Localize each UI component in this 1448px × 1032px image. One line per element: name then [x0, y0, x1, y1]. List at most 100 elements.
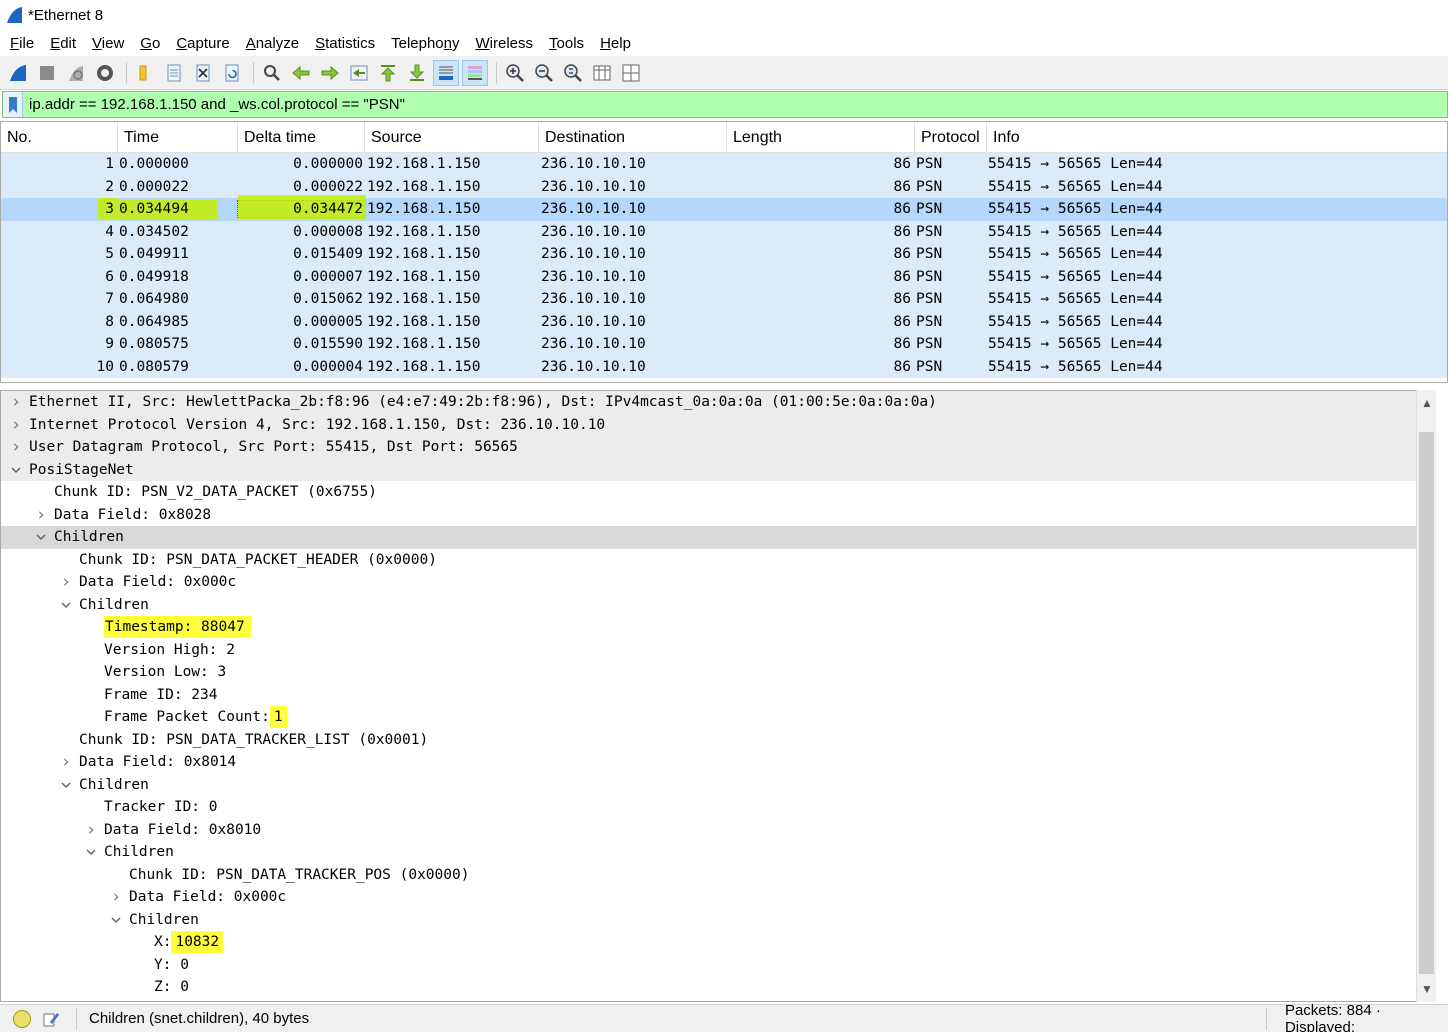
chevron-right-icon[interactable]: › — [34, 505, 48, 525]
detail-tree-item[interactable]: Children — [1, 841, 1433, 864]
packet-row[interactable]: 3 0.034494 0.034472 192.168.1.150 236.10.10.… — [1, 195, 1447, 221]
stop-capture-button[interactable] — [34, 60, 60, 86]
expert-info-indicator-icon[interactable] — [13, 1009, 31, 1028]
details-scrollbar[interactable]: ▲ ▼ — [1416, 390, 1436, 1002]
chevron-down-icon[interactable] — [34, 530, 48, 544]
detail-tree-item[interactable]: Children — [1, 774, 1433, 797]
packet-row[interactable]: 1 0.000000 0.000000 192.168.1.150 236.10.10.… — [1, 153, 1447, 176]
detail-tree-item[interactable]: Frame ID: 234 — [1, 684, 1433, 707]
zoom-in-button[interactable] — [502, 60, 528, 86]
find-packet-button[interactable] — [259, 60, 285, 86]
go-forward-button[interactable] — [317, 60, 343, 86]
go-first-button[interactable] — [375, 60, 401, 86]
detail-tree-item[interactable]: Children — [1, 526, 1433, 549]
packet-row[interactable]: 9 0.080575 0.015590 192.168.1.150 236.10.10.… — [1, 333, 1447, 356]
detail-tree-item[interactable]: Children — [1, 594, 1433, 617]
detail-tree-item[interactable]: › Data Field: 0x8014 — [1, 751, 1433, 774]
colorize-button[interactable] — [462, 59, 488, 86]
detail-tree-item[interactable]: X: 10832 — [1, 931, 1433, 954]
capture-comment-button[interactable] — [41, 1009, 61, 1029]
detail-tree-item[interactable]: › Data Field: 0x8010 — [1, 819, 1433, 842]
packet-row[interactable]: 6 0.049918 0.000007 192.168.1.150 236.10.10.… — [1, 265, 1447, 288]
column-header-source[interactable]: Source — [365, 122, 539, 153]
chevron-right-icon[interactable]: › — [59, 752, 73, 772]
detail-tree-item[interactable]: Frame Packet Count: 1 — [1, 706, 1433, 729]
chevron-right-icon[interactable]: › — [9, 392, 23, 412]
packet-row[interactable]: 7 0.064980 0.015062 192.168.1.150 236.10.10.… — [1, 288, 1447, 311]
chevron-right-icon[interactable]: › — [9, 415, 23, 435]
packet-row[interactable]: 2 0.000022 0.000022 192.168.1.150 236.10.10.… — [1, 175, 1447, 198]
column-header-protocol[interactable]: Protocol — [915, 122, 987, 153]
column-header-no[interactable]: No. — [1, 122, 118, 153]
column-header-time[interactable]: Time — [118, 122, 238, 153]
display-filter-bar[interactable]: ip.addr == 192.168.1.150 and _ws.col.pro… — [2, 91, 1448, 118]
detail-tree-item[interactable]: › Data Field: 0x8028 — [1, 504, 1433, 527]
menu-analyze[interactable]: Analyze — [238, 35, 307, 52]
packet-row[interactable]: 8 0.064985 0.000005 192.168.1.150 236.10.10.… — [1, 310, 1447, 333]
scrollbar-thumb[interactable] — [1419, 432, 1434, 974]
menu-view[interactable]: View — [84, 35, 132, 52]
detail-tree-item[interactable]: Chunk ID: PSN_V2_DATA_PACKET (0x6755) — [1, 481, 1433, 504]
chevron-right-icon[interactable]: › — [9, 437, 23, 457]
detail-tree-item[interactable]: Tracker ID: 0 — [1, 796, 1433, 819]
detail-tree-item[interactable]: Version High: 2 — [1, 639, 1433, 662]
start-capture-button[interactable] — [5, 60, 31, 86]
save-file-button[interactable] — [161, 60, 187, 86]
detail-tree-item[interactable]: Chunk ID: PSN_DATA_TRACKER_POS (0x0000) — [1, 864, 1433, 887]
menu-wireless[interactable]: Wireless — [468, 35, 542, 52]
detail-tree-item[interactable]: Z: 0 — [1, 976, 1433, 999]
detail-tree-item[interactable]: › Ethernet II, Src: HewlettPacka_2b:f8:96… — [1, 391, 1433, 414]
chevron-down-icon[interactable] — [9, 463, 23, 477]
menu-capture[interactable]: Capture — [168, 35, 237, 52]
capture-options-button[interactable] — [92, 60, 118, 86]
display-filter-input[interactable]: ip.addr == 192.168.1.150 and _ws.col.pro… — [23, 96, 405, 113]
detail-tree-item[interactable]: › User Datagram Protocol, Src Port: 55415… — [1, 436, 1433, 459]
chevron-down-icon[interactable] — [109, 913, 123, 927]
close-file-button[interactable] — [190, 60, 216, 86]
menu-go[interactable]: Go — [132, 35, 168, 52]
detail-tree-item[interactable]: Chunk ID: PSN_DATA_TRACKER_LIST (0x0001) — [1, 729, 1433, 752]
detail-tree-item[interactable]: Timestamp: 88047 — [1, 616, 1433, 639]
chevron-down-icon[interactable] — [84, 845, 98, 859]
chevron-right-icon[interactable]: › — [59, 572, 73, 592]
column-header-destination[interactable]: Destination — [539, 122, 727, 153]
packet-row[interactable]: 10 0.080579 0.000004 192.168.1.150 236.10.10… — [1, 355, 1447, 378]
go-back-button[interactable] — [288, 60, 314, 86]
menu-file[interactable]: File — [2, 35, 42, 52]
column-header-info[interactable]: Info — [987, 122, 1447, 153]
detail-tree-item[interactable]: › Data Field: 0x000c — [1, 886, 1433, 909]
chevron-down-icon[interactable] — [59, 598, 73, 612]
menu-edit[interactable]: Edit — [42, 35, 84, 52]
go-to-packet-button[interactable] — [346, 60, 372, 86]
detail-tree-item[interactable]: › Data Field: 0x000c — [1, 571, 1433, 594]
detail-tree-item[interactable]: Children — [1, 909, 1433, 932]
scroll-up-arrow-icon[interactable]: ▲ — [1418, 394, 1436, 412]
expand-subtrees-button[interactable] — [618, 60, 644, 86]
chevron-right-icon[interactable]: › — [84, 820, 98, 840]
restart-capture-button[interactable] — [63, 60, 89, 86]
column-header-length[interactable]: Length — [727, 122, 915, 153]
packet-row[interactable]: 5 0.049911 0.015409 192.168.1.150 236.10.10.… — [1, 243, 1447, 266]
detail-tree-item[interactable]: Version Low: 3 — [1, 661, 1433, 684]
zoom-normal-button[interactable] — [560, 60, 586, 86]
detail-tree-item[interactable]: PosiStageNet — [1, 458, 1433, 481]
autoscroll-button[interactable] — [433, 59, 459, 86]
detail-tree-item[interactable]: Y: 0 — [1, 954, 1433, 977]
menu-tools[interactable]: Tools — [541, 35, 592, 52]
column-header-delta-time[interactable]: Delta time — [238, 122, 365, 153]
resize-columns-button[interactable] — [589, 60, 615, 86]
zoom-out-button[interactable] — [531, 60, 557, 86]
chevron-right-icon[interactable]: › — [109, 887, 123, 907]
detail-tree-item[interactable]: Chunk ID: PSN_DATA_PACKET_HEADER (0x0000… — [1, 549, 1433, 572]
menu-telephony[interactable]: Telephony — [383, 35, 467, 52]
scroll-down-arrow-icon[interactable]: ▼ — [1418, 980, 1436, 998]
packet-row[interactable]: 4 0.034502 0.000008 192.168.1.150 236.10.10.… — [1, 220, 1447, 243]
menu-help[interactable]: Help — [592, 35, 639, 52]
go-last-button[interactable] — [404, 60, 430, 86]
filter-bookmark-button[interactable] — [3, 92, 23, 117]
chevron-down-icon[interactable] — [59, 778, 73, 792]
reload-file-button[interactable] — [219, 60, 245, 86]
open-file-button[interactable] — [132, 60, 158, 86]
detail-tree-item[interactable]: › Internet Protocol Version 4, Src: 192.1… — [1, 413, 1433, 436]
menu-statistics[interactable]: Statistics — [307, 35, 383, 52]
